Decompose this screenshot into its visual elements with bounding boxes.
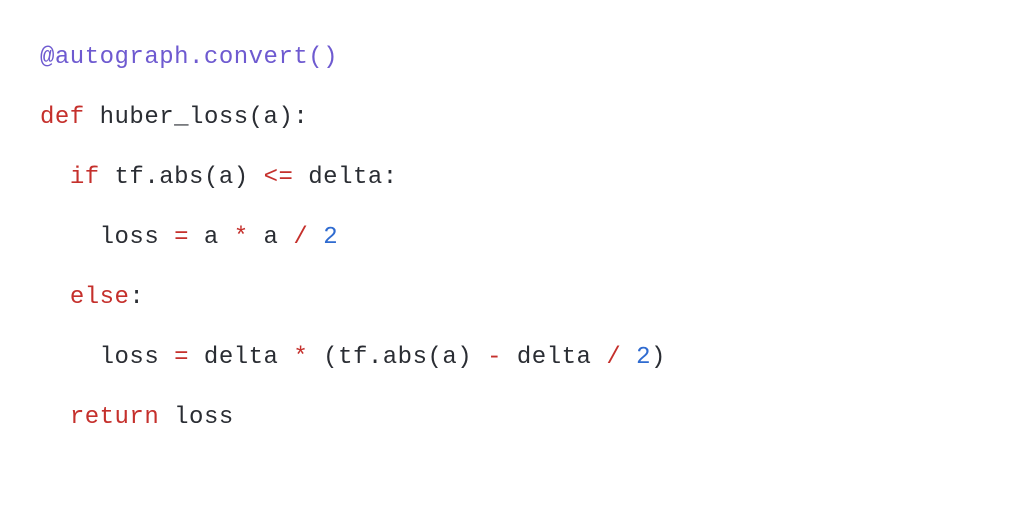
code-token: else <box>70 284 130 311</box>
code-token: * <box>293 344 308 371</box>
code-token: (a): <box>249 104 309 131</box>
code-token: tf.abs(a) <box>100 164 264 191</box>
code-line: loss = delta * (tf.abs(a) - delta / 2) <box>40 344 666 371</box>
code-token: delta <box>502 344 606 371</box>
code-line: else: <box>40 284 144 311</box>
code-token: 2 <box>636 344 651 371</box>
code-token: / <box>606 344 621 371</box>
code-token: loss <box>100 224 175 251</box>
code-token: if <box>70 164 100 191</box>
code-token <box>308 224 323 251</box>
code-line: loss = a * a / 2 <box>40 224 338 251</box>
code-token: def <box>40 104 85 131</box>
code-token: loss <box>159 404 234 431</box>
code-token <box>85 104 100 131</box>
code-line: return loss <box>40 404 234 431</box>
code-token: : <box>129 284 144 311</box>
code-token: huber_loss <box>100 104 249 131</box>
code-token: a <box>189 224 234 251</box>
code-token: @autograph.convert() <box>40 44 338 71</box>
code-token <box>621 344 636 371</box>
code-token: a <box>249 224 294 251</box>
code-token: delta: <box>293 164 397 191</box>
code-token: ) <box>651 344 666 371</box>
code-token: = <box>174 344 189 371</box>
code-token: / <box>293 224 308 251</box>
code-token: <= <box>264 164 294 191</box>
code-token: * <box>234 224 249 251</box>
code-token: loss <box>100 344 175 371</box>
code-line: @autograph.convert() <box>40 44 338 71</box>
code-token: delta <box>189 344 293 371</box>
code-token: return <box>70 404 159 431</box>
code-line: if tf.abs(a) <= delta: <box>40 164 398 191</box>
code-token: - <box>487 344 502 371</box>
code-block: @autograph.convert() def huber_loss(a): … <box>0 0 1024 476</box>
code-line: def huber_loss(a): <box>40 104 308 131</box>
code-token: (tf.abs(a) <box>308 344 487 371</box>
code-token: = <box>174 224 189 251</box>
code-token: 2 <box>323 224 338 251</box>
